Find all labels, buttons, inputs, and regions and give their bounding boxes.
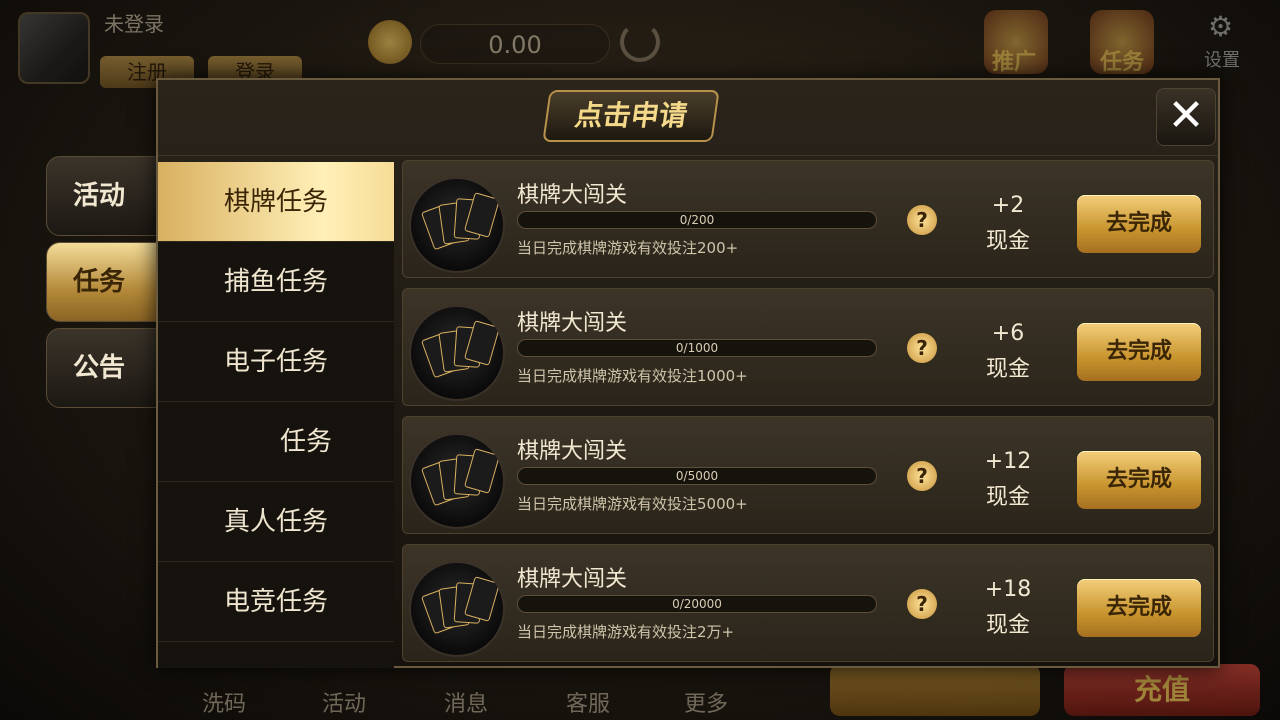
- task-progress-bar: 0/200: [517, 211, 877, 229]
- reward-type: 现金: [985, 357, 1030, 382]
- go-complete-button[interactable]: 去完成: [1077, 323, 1201, 381]
- task-progress-text: 0/5000: [675, 469, 719, 483]
- task-card: 棋牌大闯关 0/1000 当日完成棋牌游戏有效投注1000+ ? +6 现金 去…: [402, 288, 1214, 406]
- category-chess[interactable]: 棋牌任务: [158, 162, 394, 242]
- reward-type: 现金: [985, 229, 1030, 254]
- task-name: 棋牌大闯关: [517, 439, 628, 464]
- question-icon[interactable]: ?: [907, 333, 937, 363]
- task-progress-bar: 0/1000: [517, 339, 877, 357]
- task-name: 棋牌大闯关: [517, 567, 628, 592]
- go-complete-button[interactable]: 去完成: [1077, 579, 1201, 637]
- task-top-label: 任务: [1100, 50, 1145, 75]
- promo-label: 推广: [992, 50, 1037, 75]
- task-dialog: 点击申请 ✕ 棋牌任务 捕鱼任务 电子任务 任务 真人任务 电竞任务 棋牌大闯关…: [156, 78, 1220, 668]
- bottom-nav-item[interactable]: 活动: [322, 686, 366, 718]
- task-card: 棋牌大闯关 0/200 当日完成棋牌游戏有效投注200+ ? +2 现金 去完成: [402, 160, 1214, 278]
- go-complete-button[interactable]: 去完成: [1077, 451, 1201, 509]
- reward-type: 现金: [985, 485, 1030, 510]
- category-esports[interactable]: 电竞任务: [158, 562, 394, 642]
- task-description: 当日完成棋牌游戏有效投注200+: [517, 239, 739, 257]
- category-fishing[interactable]: 捕鱼任务: [158, 242, 394, 322]
- side-tab-activity[interactable]: 活动: [46, 156, 166, 236]
- question-icon[interactable]: ?: [907, 461, 937, 491]
- question-icon[interactable]: ?: [907, 589, 937, 619]
- playing-cards-icon: [409, 561, 505, 657]
- playing-cards-icon: [409, 433, 505, 529]
- withdraw-button[interactable]: [830, 664, 1040, 716]
- app-screen: 未登录 注册 登录 0.00 推广 任务 ⚙ 设置 洗码 活动 消息 客服 更多…: [0, 0, 1280, 720]
- task-name: 棋牌大闯关: [517, 183, 628, 208]
- task-progress-bar: 0/20000: [517, 595, 877, 613]
- reward-amount: +18: [984, 577, 1032, 602]
- task-card: 棋牌大闯关 0/5000 当日完成棋牌游戏有效投注5000+ ? +12 现金 …: [402, 416, 1214, 534]
- coin-icon: [368, 20, 412, 64]
- go-complete-button[interactable]: 去完成: [1077, 195, 1201, 253]
- task-progress-text: 0/20000: [672, 597, 722, 611]
- dialog-title-button[interactable]: 点击申请: [542, 90, 720, 142]
- reward-amount: +12: [984, 449, 1032, 474]
- category-list: 棋牌任务 捕鱼任务 电子任务 任务 真人任务 电竞任务: [158, 162, 394, 668]
- question-icon[interactable]: ?: [907, 205, 937, 235]
- gear-icon[interactable]: ⚙: [1208, 10, 1233, 43]
- playing-cards-icon: [409, 177, 505, 273]
- reward-amount: +2: [991, 193, 1025, 218]
- playing-cards-icon: [409, 305, 505, 401]
- dialog-header: 点击申请 ✕: [158, 80, 1218, 156]
- recharge-button[interactable]: 充值: [1064, 664, 1260, 716]
- side-tab-notice[interactable]: 公告: [46, 328, 166, 408]
- user-status: 未登录: [104, 12, 164, 36]
- refresh-icon[interactable]: [620, 22, 660, 62]
- close-icon[interactable]: ✕: [1156, 88, 1216, 146]
- bottom-nav-item[interactable]: 消息: [444, 686, 488, 718]
- task-description: 当日完成棋牌游戏有效投注2万+: [517, 623, 735, 641]
- task-progress-text: 0/1000: [675, 341, 719, 355]
- avatar[interactable]: [18, 12, 90, 84]
- task-card: 棋牌大闯关 0/20000 当日完成棋牌游戏有效投注2万+ ? +18 现金 去…: [402, 544, 1214, 662]
- task-progress-text: 0/200: [679, 213, 715, 227]
- bottom-nav-item[interactable]: 客服: [566, 686, 610, 718]
- settings-label: 设置: [1204, 50, 1240, 71]
- reward-type: 现金: [985, 613, 1030, 638]
- side-tab-task[interactable]: 任务: [46, 242, 166, 322]
- bottom-nav-item[interactable]: 更多: [684, 686, 728, 718]
- task-description: 当日完成棋牌游戏有效投注1000+: [517, 367, 748, 385]
- task-description: 当日完成棋牌游戏有效投注5000+: [517, 495, 748, 513]
- balance-display: 0.00: [420, 24, 610, 64]
- category-unnamed[interactable]: 任务: [158, 402, 394, 482]
- reward-amount: +6: [991, 321, 1025, 346]
- bottom-nav-item[interactable]: 洗码: [202, 686, 246, 718]
- category-live[interactable]: 真人任务: [158, 482, 394, 562]
- category-slots[interactable]: 电子任务: [158, 322, 394, 402]
- task-progress-bar: 0/5000: [517, 467, 877, 485]
- task-name: 棋牌大闯关: [517, 311, 628, 336]
